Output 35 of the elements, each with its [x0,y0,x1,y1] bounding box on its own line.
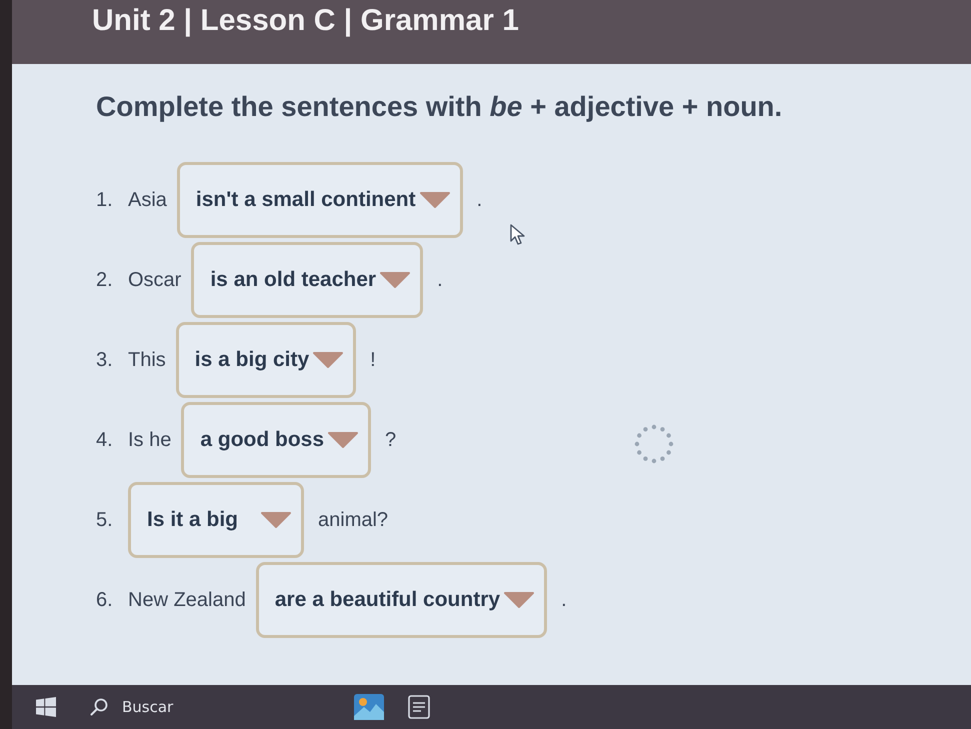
lesson-title: Unit 2 | Lesson C | Grammar 1 [92,4,519,38]
caret-icon [420,192,450,208]
sentence-end: ! [370,348,376,372]
sentence-end: . [561,588,567,612]
caret-icon [261,512,291,528]
question-number: 5. [96,508,114,532]
caret-icon [313,352,344,368]
document-app-icon[interactable] [408,695,430,719]
question-number: 6. [96,588,114,612]
question-number: 2. [96,268,114,292]
sentence-start: Is he [128,428,172,452]
sentence-end: . [476,188,482,212]
search-icon[interactable] [90,698,108,716]
sentence-start: This [128,348,166,372]
answer-dropdown[interactable]: isn't a small continent [176,162,463,238]
answer-dropdown[interactable]: are a beautiful country [256,562,548,638]
answer-dropdown[interactable]: a good boss [181,402,372,478]
question-number: 1. [96,188,114,212]
answer-dropdown[interactable]: Is it a big [128,482,304,558]
instruction-text: Complete the sentences with be + adjective + noun. [96,90,782,124]
sentence-start: New Zealand [128,588,246,612]
answer-dropdown[interactable]: is an old teacher [191,242,424,318]
answer-dropdown[interactable]: is a big city [176,322,356,398]
question-number: 3. [96,348,114,372]
windows-start-icon[interactable] [36,697,56,717]
sentence-start: Oscar [128,268,182,292]
sentence-end: animal? [318,508,388,532]
caret-icon [328,432,358,448]
sentence-end: ? [385,428,396,452]
caret-icon [380,272,410,288]
caret-icon [504,592,534,608]
question-number: 4. [96,428,114,452]
search-field[interactable]: Buscar [118,694,306,720]
sentence-end: . [437,268,443,292]
sentence-start: Asia [128,188,167,212]
